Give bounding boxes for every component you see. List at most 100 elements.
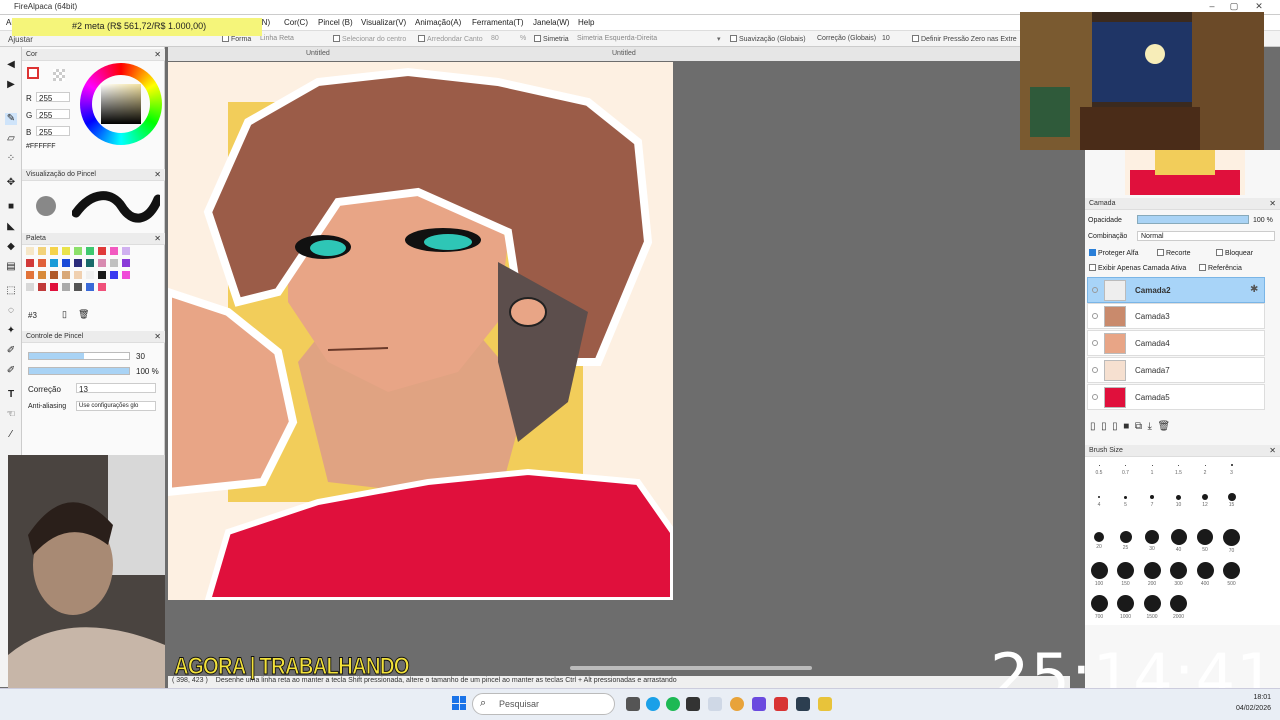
- palette-swatch[interactable]: [98, 259, 106, 267]
- collapse-left-icon[interactable]: ◀: [5, 59, 17, 71]
- round-corner-option[interactable]: Arredondar Canto: [418, 35, 483, 43]
- menu-item-animation[interactable]: Animação(A): [415, 18, 461, 27]
- brush-size-value[interactable]: 30: [136, 352, 145, 361]
- palette-swatch[interactable]: [122, 271, 130, 279]
- magic-wand-icon[interactable]: ✦: [5, 325, 17, 337]
- select-eraser-icon[interactable]: ✐: [5, 365, 17, 377]
- app-icon[interactable]: [774, 697, 788, 711]
- palette-swatch[interactable]: [74, 271, 82, 279]
- palette-swatch[interactable]: [26, 259, 34, 267]
- palette-swatch[interactable]: [26, 247, 34, 255]
- new-8bit-layer-icon[interactable]: ▯: [1101, 421, 1107, 432]
- brush-tool-icon[interactable]: ✎: [5, 113, 17, 125]
- brush-opacity-value[interactable]: 100 %: [136, 367, 159, 376]
- brush-size-dot[interactable]: [1230, 464, 1233, 466]
- palette-swatch[interactable]: [122, 247, 130, 255]
- pressure-zero-option[interactable]: Definir Pressão Zero nas Extre: [912, 35, 1017, 43]
- layer-row-camada5[interactable]: Camada5: [1087, 384, 1265, 410]
- correction-value[interactable]: 10: [882, 35, 890, 42]
- eyedropper-tool-icon[interactable]: ⁄: [5, 429, 17, 441]
- brush-size-dot[interactable]: [1098, 464, 1100, 466]
- windows-start-icon[interactable]: [452, 696, 466, 710]
- r-input[interactable]: 255: [36, 92, 70, 103]
- transparent-color-swatch[interactable]: [53, 69, 65, 81]
- lasso-tool-icon[interactable]: ◌: [5, 305, 17, 317]
- brush-size-dot[interactable]: [1178, 464, 1179, 466]
- close-icon[interactable]: ✕: [154, 50, 161, 59]
- menu-item-color[interactable]: Cor(C): [284, 18, 308, 27]
- protect-alpha-checkbox[interactable]: Proteger Alfa: [1089, 249, 1138, 257]
- brush-size-dot[interactable]: [1223, 528, 1240, 546]
- task-view-icon[interactable]: [626, 697, 640, 711]
- app-icon[interactable]: [796, 697, 810, 711]
- lock-checkbox[interactable]: Bloquear: [1216, 249, 1253, 257]
- blend-select[interactable]: Normal: [1137, 231, 1275, 241]
- palette-swatch[interactable]: [98, 247, 106, 255]
- show-active-checkbox[interactable]: Exibir Apenas Camada Ativa: [1089, 264, 1186, 272]
- brush-size-dot[interactable]: [1125, 464, 1126, 466]
- symmetry-value[interactable]: Simetria Esquerda-Direita: [577, 35, 657, 42]
- layer-opacity-value[interactable]: 100 %: [1253, 217, 1273, 224]
- merge-down-icon[interactable]: ⤓: [1148, 421, 1152, 432]
- primary-color-swatch[interactable]: [27, 67, 39, 79]
- trash-icon[interactable]: 🗑: [78, 309, 89, 320]
- palette-swatch[interactable]: [62, 283, 70, 291]
- new-1bit-layer-icon[interactable]: ▯: [1112, 421, 1118, 432]
- layer-row-camada3[interactable]: Camada3: [1087, 303, 1265, 329]
- spotify-icon[interactable]: [666, 697, 680, 711]
- brush-size-dot[interactable]: [1170, 594, 1187, 612]
- new-layer-icon[interactable]: ▯: [1090, 421, 1096, 432]
- brush-size-grid[interactable]: 0.5 0.7 1 1.5 2 3 4 5 7 10 12 15 20 25 30 40 50 70 100 150 2…: [1085, 445, 1280, 625]
- clip-checkbox[interactable]: Recorte: [1157, 249, 1191, 257]
- palette-swatch[interactable]: [74, 247, 82, 255]
- palette-swatch[interactable]: [110, 259, 118, 267]
- gradient-tool-icon[interactable]: ▤: [5, 261, 17, 273]
- layer-row-camada7[interactable]: Camada7: [1087, 357, 1265, 383]
- collapse-right-icon[interactable]: ▶: [5, 79, 17, 91]
- firealpaca-taskbar-icon[interactable]: [708, 697, 722, 711]
- palette-swatch[interactable]: [26, 283, 34, 291]
- palette-swatch[interactable]: [74, 283, 82, 291]
- hand-tool-icon[interactable]: ☜: [5, 409, 17, 421]
- palette-swatch[interactable]: [86, 247, 94, 255]
- brush-size-dot[interactable]: [1197, 529, 1213, 545]
- layer-opacity-slider[interactable]: [1137, 215, 1249, 224]
- gear-icon[interactable]: ✱: [1250, 284, 1258, 295]
- brush-size-dot[interactable]: [1202, 494, 1208, 500]
- palette-swatch[interactable]: [50, 247, 58, 255]
- brush-size-dot[interactable]: [1196, 561, 1214, 579]
- palette-swatch[interactable]: [86, 259, 94, 267]
- app-icon[interactable]: [752, 697, 766, 711]
- brush-size-slider[interactable]: [28, 352, 130, 360]
- palette-swatch[interactable]: [38, 259, 46, 267]
- brush-size-dot[interactable]: [1094, 532, 1104, 542]
- layer-row-camada2[interactable]: Camada2 ✱: [1087, 277, 1265, 303]
- visibility-icon[interactable]: [1092, 394, 1098, 400]
- brush-size-dot[interactable]: [1151, 464, 1153, 466]
- brush-size-dot[interactable]: [1176, 494, 1181, 500]
- palette-swatch[interactable]: [110, 271, 118, 279]
- palette-swatch[interactable]: [62, 247, 70, 255]
- close-icon[interactable]: ✕: [154, 234, 161, 243]
- file-explorer-icon[interactable]: [818, 697, 832, 711]
- menu-item-tool[interactable]: Ferramenta(T): [472, 18, 524, 27]
- menu-item-view[interactable]: Visualizar(V): [361, 18, 406, 27]
- brush-size-dot[interactable]: [1117, 594, 1134, 612]
- taskbar-search[interactable]: Pesquisar: [472, 693, 615, 715]
- select-center-option[interactable]: Selecionar do centro: [333, 35, 406, 43]
- symmetry-option[interactable]: Simetria: [534, 35, 569, 43]
- artwork-canvas[interactable]: [168, 62, 673, 600]
- brush-size-dot[interactable]: [1170, 561, 1187, 579]
- palette-swatch[interactable]: [62, 271, 70, 279]
- palette-swatch[interactable]: [50, 271, 58, 279]
- palette-swatch[interactable]: [98, 283, 106, 291]
- chrome-icon[interactable]: [730, 697, 744, 711]
- brush-size-dot[interactable]: [1143, 594, 1161, 612]
- brush-size-dot[interactable]: [1090, 594, 1108, 612]
- horizontal-scrollbar[interactable]: [570, 666, 812, 670]
- adjust-button[interactable]: Ajustar: [8, 35, 33, 44]
- b-input[interactable]: 255: [36, 126, 70, 137]
- brush-size-dot[interactable]: [1145, 530, 1159, 544]
- brush-size-dot[interactable]: [1124, 495, 1127, 499]
- palette-swatch[interactable]: [86, 271, 94, 279]
